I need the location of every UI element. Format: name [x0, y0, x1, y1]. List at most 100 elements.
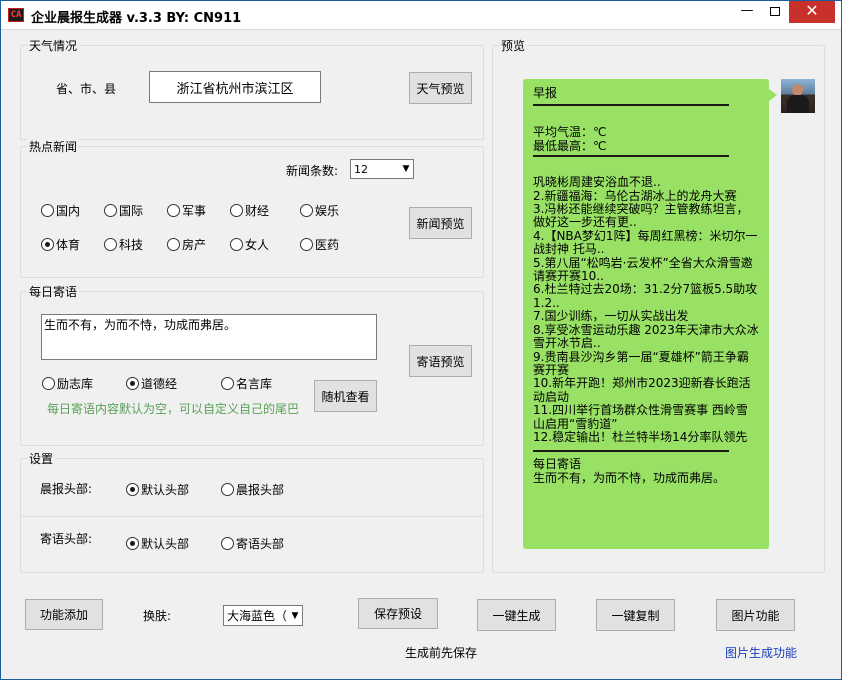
- radio-icon: [221, 537, 234, 550]
- settings-divider: [21, 516, 483, 517]
- chevron-down-icon: ▼: [402, 164, 410, 174]
- morning-header-radio[interactable]: 晨报头部: [221, 481, 284, 498]
- avatar: [781, 79, 815, 113]
- news-category-radio[interactable]: 医药: [300, 236, 339, 253]
- message-preview-button[interactable]: 寄语预览: [409, 345, 472, 377]
- chevron-down-icon: ▼: [291, 610, 299, 621]
- morning-header-label: 晨报头部:: [40, 482, 93, 496]
- radio-icon: [221, 377, 234, 390]
- news-count-select[interactable]: 12 ▼: [350, 159, 414, 179]
- app-window: CA 企业晨报生成器 v.3.3 BY: CN911 — ✕ 天气情况 省、市、…: [0, 0, 842, 680]
- radio-icon: [126, 483, 139, 496]
- preview-news-item: 11.四川举行首场群众性滑雪赛事 西岭雪山启用“雪豹道”: [533, 403, 748, 431]
- preview-news-item: 7.国少训练，一切从实战出发: [533, 309, 689, 324]
- radio-icon: [126, 537, 139, 550]
- news-category-radio[interactable]: 体育: [41, 236, 80, 253]
- news-category-radio[interactable]: 娱乐: [300, 202, 339, 219]
- radio-icon: [221, 483, 234, 496]
- radio-label: 道德经: [141, 377, 178, 391]
- window-title: 企业晨报生成器 v.3.3 BY: CN911: [31, 11, 242, 26]
- radio-label: 名言库: [236, 377, 273, 391]
- radio-icon: [300, 204, 313, 217]
- radio-icon: [41, 204, 54, 217]
- generate-button[interactable]: 一键生成: [477, 599, 556, 631]
- news-category-radio[interactable]: 国内: [41, 202, 80, 219]
- preview-footer-text: 生而不有，为而不恃，功成而弗居。: [533, 470, 726, 485]
- news-preview-button[interactable]: 新闻预览: [409, 207, 472, 239]
- preview-legend: 预览: [499, 37, 528, 54]
- radio-label: 体育: [56, 238, 81, 252]
- preview-news-item: 10.新年开跑！郑州市2023迎新春长跑活动启动: [533, 376, 751, 404]
- skin-select[interactable]: 大海蓝色（ ▼: [223, 605, 303, 626]
- copy-button[interactable]: 一键复制: [596, 599, 675, 631]
- title-bar: CA 企业晨报生成器 v.3.3 BY: CN911 — ✕: [1, 1, 841, 30]
- close-icon[interactable]: ✕: [789, 1, 835, 23]
- radio-label: 默认头部: [141, 537, 190, 551]
- preview-news-item: 12.稳定输出！杜兰特半场14分率队领先: [533, 429, 748, 444]
- preview-news-list: 2.新疆福海：乌伦古湖冰上的龙舟大赛 3.冯彬还能继续突破吗？主管教练坦言，做好这…: [533, 189, 759, 445]
- news-category-radio[interactable]: 科技: [104, 236, 143, 253]
- news-legend: 热点新闻: [27, 138, 80, 155]
- random-view-button[interactable]: 随机查看: [314, 380, 377, 412]
- radio-label: 寄语头部: [236, 537, 285, 551]
- news-category-radio[interactable]: 财经: [230, 202, 269, 219]
- preview-news-item: 3.冯彬还能继续突破吗？主管教练坦言，做好这一步还有更..: [533, 202, 749, 230]
- region-input-value: 浙江省杭州市滨江区: [176, 81, 294, 97]
- app-logo-icon: CA: [8, 8, 24, 22]
- message-source-radio[interactable]: 励志库: [42, 375, 93, 392]
- weather-preview-button[interactable]: 天气预览: [409, 72, 472, 104]
- preview-min-max: 最低最高：℃: [533, 138, 607, 153]
- radio-label: 科技: [119, 238, 144, 252]
- preview-title: 早报: [533, 86, 558, 100]
- radio-icon: [42, 377, 55, 390]
- radio-icon: [104, 204, 117, 217]
- radio-label: 默认头部: [141, 483, 190, 497]
- preview-news-item: 4.【NBA梦幻1阵】每周红黑榜：米切尔一战封神 托马..: [533, 228, 758, 257]
- preview-footer-title: 每日寄语: [533, 457, 582, 472]
- preview-news-item: 8.享受冰雪运动乐趣 2023年天津市大众冰雪开冰节启..: [533, 322, 759, 351]
- message-textarea[interactable]: 生而不有，为而不恃，功成而弗居。: [41, 314, 377, 360]
- image-generation-link[interactable]: 图片生成功能: [725, 644, 797, 661]
- preview-news-item: 6.杜兰特过去20场：31.2分7篮板5.5助攻1.2..: [533, 282, 758, 310]
- region-label: 省、市、县: [56, 82, 117, 96]
- news-count-label: 新闻条数:: [286, 164, 339, 178]
- image-function-button[interactable]: 图片功能: [716, 599, 795, 631]
- radio-label: 医药: [315, 238, 340, 252]
- radio-icon: [230, 238, 243, 251]
- message-source-radio[interactable]: 名言库: [221, 375, 272, 392]
- message-header-radio[interactable]: 默认头部: [126, 535, 189, 552]
- preview-news-item: 5.第八届“松鸣岩·云发杯”全省大众滑雪邀请赛开赛10..: [533, 255, 753, 284]
- minimize-icon[interactable]: —: [733, 1, 761, 23]
- skin-select-value: 大海蓝色（: [227, 609, 288, 623]
- preview-headline: 巩晓彬周建安浴血不退..: [533, 175, 661, 190]
- news-count-value: 12: [354, 162, 368, 176]
- maximize-icon[interactable]: [761, 1, 789, 23]
- radio-label: 国际: [119, 204, 144, 218]
- radio-icon: [167, 238, 180, 251]
- news-category-radio[interactable]: 军事: [167, 202, 206, 219]
- morning-header-radio[interactable]: 默认头部: [126, 481, 189, 498]
- message-header-radio[interactable]: 寄语头部: [221, 535, 284, 552]
- message-hint: 每日寄语内容默认为空，可以自定义自己的尾巴: [47, 402, 300, 416]
- news-category-radio[interactable]: 女人: [230, 236, 269, 253]
- radio-label: 励志库: [57, 377, 94, 391]
- add-feature-button[interactable]: 功能添加: [25, 599, 103, 630]
- region-input[interactable]: 浙江省杭州市滨江区: [149, 71, 321, 103]
- message-source-radio[interactable]: 道德经: [126, 375, 177, 392]
- message-legend: 每日寄语: [27, 283, 80, 300]
- settings-legend: 设置: [27, 450, 56, 467]
- radio-label: 军事: [182, 204, 207, 218]
- message-header-label: 寄语头部:: [40, 532, 93, 546]
- save-hint: 生成前先保存: [405, 646, 478, 660]
- radio-icon: [104, 238, 117, 251]
- news-category-radio[interactable]: 房产: [167, 236, 206, 253]
- save-preset-button[interactable]: 保存预设: [358, 598, 438, 629]
- news-category-radio[interactable]: 国际: [104, 202, 143, 219]
- radio-label: 房产: [182, 238, 207, 252]
- radio-label: 财经: [245, 204, 270, 218]
- radio-label: 晨报头部: [236, 483, 285, 497]
- preview-news-item: 9.贵南县沙沟乡第一届“夏雄杯”箭王争霸赛开赛: [533, 349, 749, 377]
- radio-icon: [167, 204, 180, 217]
- preview-avg-temp: 平均气温：℃: [533, 125, 607, 140]
- radio-label: 女人: [245, 238, 270, 252]
